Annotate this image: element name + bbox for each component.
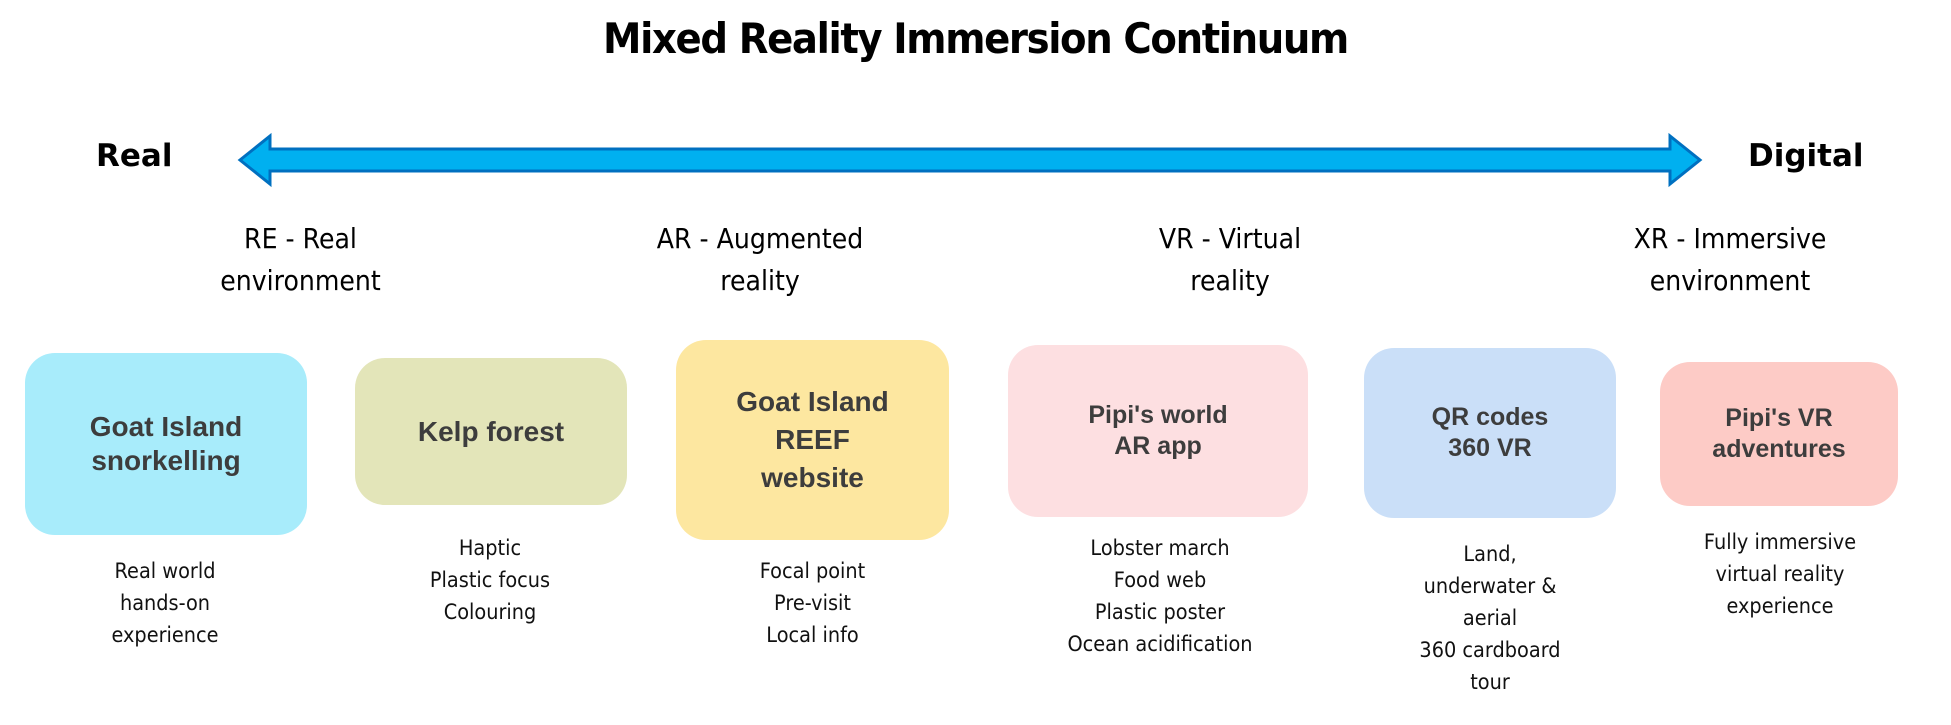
item-description: Haptic Plastic focus Colouring — [429, 536, 551, 624]
item-description: Focal point Pre-visit Local info — [759, 559, 866, 647]
category-xr: XR - Immersive environment — [1633, 222, 1827, 297]
item-title: Goat Island REEF website — [736, 386, 889, 493]
item-title: QR codes 360 VR — [1431, 403, 1549, 462]
digital-end-label: Digital — [1748, 138, 1864, 174]
item-box-reef-website: Goat Island REEF website — [676, 340, 949, 540]
double-headed-arrow-icon — [237, 132, 1703, 188]
item-description: Lobster march Food web Plastic poster Oc… — [1067, 536, 1253, 656]
item-title: Pipi's world AR app — [1088, 401, 1228, 460]
item-box-qr-codes-360-vr: QR codes 360 VR — [1364, 348, 1616, 518]
item-description: Real world hands-on experience — [111, 559, 219, 647]
item-description: Fully immersive virtual reality experien… — [1703, 530, 1857, 618]
item-box-pipis-vr-adventures: Pipi's VR adventures — [1660, 362, 1898, 506]
diagram-title: Mixed Reality Immersion Continuum — [603, 14, 1349, 63]
item-title: Pipi's VR adventures — [1712, 404, 1846, 463]
item-description: Land, underwater & aerial 360 cardboard … — [1419, 542, 1561, 694]
category-ar: AR - Augmented reality — [656, 222, 864, 297]
continuum-arrow — [237, 132, 1703, 188]
category-vr: VR - Virtual reality — [1158, 222, 1302, 297]
item-box-pipis-world-ar-app: Pipi's world AR app — [1008, 345, 1308, 517]
item-box-kelp-forest: Kelp forest — [355, 358, 627, 505]
item-box-goat-island-snorkelling: Goat Island snorkelling — [25, 353, 307, 535]
category-re: RE - Real environment — [220, 222, 381, 297]
item-title: Kelp forest — [417, 415, 565, 447]
item-title: Goat Island snorkelling — [89, 411, 243, 476]
real-end-label: Real — [96, 138, 173, 174]
